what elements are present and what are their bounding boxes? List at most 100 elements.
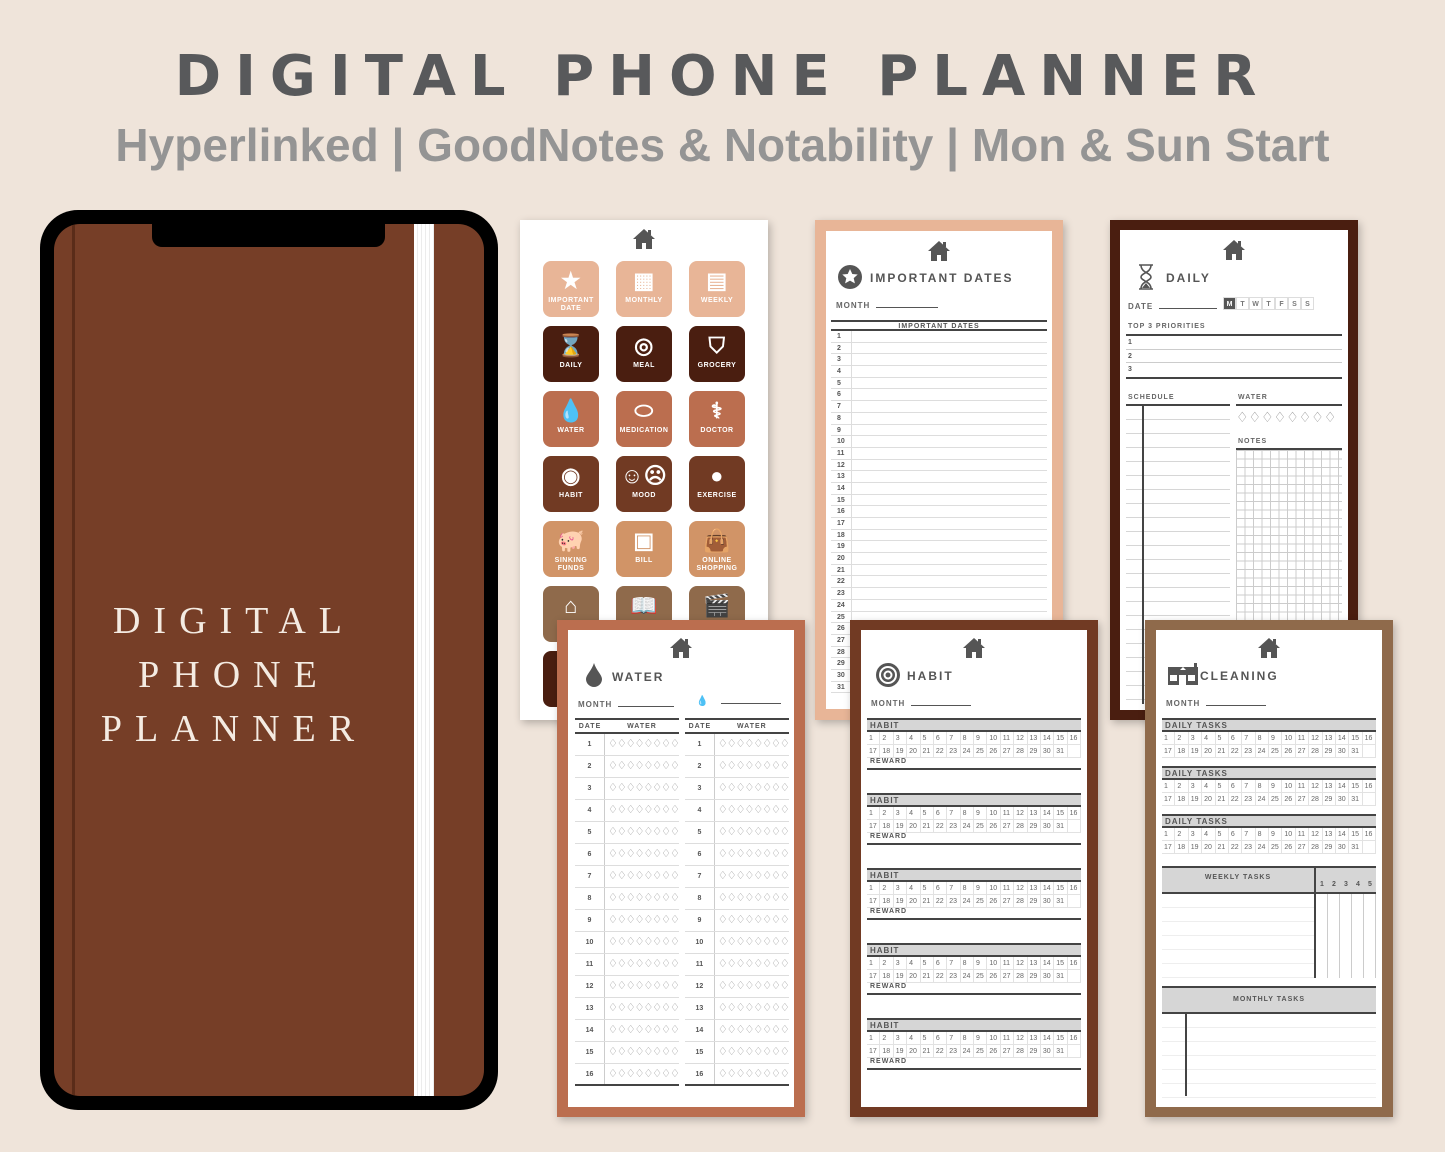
day-cell[interactable]: 12	[1014, 732, 1028, 745]
daily-tasks-label[interactable]: DAILY TASKS	[1162, 814, 1376, 828]
menu-tile-habit[interactable]: ◉ HABIT	[543, 456, 599, 512]
day-cell[interactable]: 18	[1175, 841, 1189, 854]
day-cell[interactable]: 26	[987, 820, 1001, 833]
day-cell[interactable]: 14	[1335, 780, 1350, 793]
habit-label[interactable]: HABIT	[867, 868, 1081, 882]
day-cell[interactable]: 12	[1014, 807, 1028, 820]
day-cell[interactable]: 4	[1202, 780, 1216, 793]
day-cell[interactable]: 17	[1162, 793, 1176, 806]
day-cell[interactable]: 31	[1054, 895, 1068, 908]
day-cell[interactable]: 3	[1188, 828, 1203, 841]
water-drops[interactable]: ♢♢♢♢♢♢♢♢	[715, 932, 790, 953]
day-cell[interactable]: 6	[933, 882, 948, 895]
daily-tasks-label[interactable]: DAILY TASKS	[1162, 718, 1376, 732]
day-cell[interactable]: 14	[1335, 828, 1350, 841]
day-cell[interactable]: 23	[947, 745, 961, 758]
water-drops[interactable]: ♢♢♢♢♢♢♢♢	[715, 1064, 790, 1084]
day-cell[interactable]: 26	[1282, 745, 1296, 758]
day-cell[interactable]: 2	[880, 807, 894, 820]
day-cell[interactable]: 22	[1228, 745, 1243, 758]
water-drops[interactable]: ♢♢♢♢♢♢♢♢	[605, 976, 680, 997]
water-row[interactable]: 13 ♢♢♢♢♢♢♢♢	[684, 998, 790, 1020]
water-row[interactable]: 4 ♢♢♢♢♢♢♢♢	[575, 800, 680, 822]
month-field[interactable]	[618, 699, 675, 707]
priority-row[interactable]: 3	[1126, 363, 1342, 377]
day-cell[interactable]: 28	[1014, 895, 1028, 908]
day-cell[interactable]: 9	[974, 882, 988, 895]
day-cell[interactable]: 31	[1054, 1045, 1068, 1058]
date-row[interactable]: 24	[831, 599, 1047, 612]
day-cell[interactable]: 30	[1040, 820, 1055, 833]
day-cell[interactable]: 5	[1215, 780, 1229, 793]
day-cell[interactable]: 21	[1215, 745, 1229, 758]
day-cell[interactable]: 1	[1162, 780, 1176, 793]
day-cell[interactable]: 29	[1027, 1045, 1041, 1058]
day-cell[interactable]: 18	[880, 820, 894, 833]
day-cell[interactable]: 2	[880, 882, 894, 895]
day-cell[interactable]: 20	[1202, 793, 1216, 806]
water-drops[interactable]: ♢♢♢♢♢♢♢♢	[605, 910, 680, 931]
reward-label[interactable]: REWARD	[867, 833, 1081, 845]
day-cell[interactable]: 13	[1027, 1032, 1041, 1045]
day-cell[interactable]: 8	[960, 957, 974, 970]
day-cell[interactable]: 6	[933, 1032, 948, 1045]
day-cell[interactable]: 11	[1000, 882, 1015, 895]
water-drops[interactable]: ♢♢♢♢♢♢♢♢	[605, 1020, 680, 1041]
day-cell[interactable]: 6	[933, 957, 948, 970]
day-cell[interactable]: 18	[880, 1045, 894, 1058]
home-icon[interactable]	[927, 240, 951, 262]
water-drops[interactable]: ♢♢♢♢♢♢♢♢	[605, 756, 680, 777]
water-drops[interactable]: ♢♢♢♢♢♢♢♢	[715, 910, 790, 931]
day-cell[interactable]: 2	[880, 957, 894, 970]
day-cell[interactable]: 19	[893, 895, 908, 908]
day-cell[interactable]: 19	[893, 820, 908, 833]
day-cell[interactable]: 3	[893, 732, 908, 745]
day-cell[interactable]: 11	[1295, 732, 1310, 745]
day-cell[interactable]: 24	[960, 895, 974, 908]
day-cell[interactable]: 25	[1269, 745, 1283, 758]
date-row[interactable]: 5	[831, 377, 1047, 390]
day-cell[interactable]: 16	[1067, 957, 1081, 970]
day-cell[interactable]: 11	[1295, 828, 1310, 841]
day-cell[interactable]: 9	[974, 1032, 988, 1045]
day-cell[interactable]: 5	[1215, 828, 1229, 841]
day-cell[interactable]: 29	[1027, 895, 1041, 908]
day-cell[interactable]: 7	[1242, 732, 1256, 745]
date-row[interactable]: 8	[831, 412, 1047, 425]
day-cell[interactable]: 3	[893, 957, 908, 970]
day-cell[interactable]: 22	[933, 745, 948, 758]
water-row[interactable]: 3 ♢♢♢♢♢♢♢♢	[575, 778, 680, 800]
day-cell[interactable]: 21	[920, 820, 934, 833]
water-drops[interactable]: ♢♢♢♢♢♢♢♢	[715, 998, 790, 1019]
home-icon[interactable]	[669, 637, 693, 659]
day-cell[interactable]: 16	[1362, 828, 1376, 841]
day-cell[interactable]: 1	[867, 732, 881, 745]
day-cell[interactable]: 10	[987, 732, 1001, 745]
habit-label[interactable]: HABIT	[867, 1018, 1081, 1032]
weekday-m[interactable]: M	[1223, 297, 1236, 310]
day-cell[interactable]: 27	[1000, 970, 1015, 983]
day-cell[interactable]: 25	[974, 1045, 988, 1058]
day-cell[interactable]: 7	[947, 882, 961, 895]
date-row[interactable]: 7	[831, 401, 1047, 413]
day-cell[interactable]: 12	[1309, 732, 1323, 745]
day-cell[interactable]: 27	[1000, 820, 1015, 833]
water-row[interactable]: 3 ♢♢♢♢♢♢♢♢	[684, 778, 790, 800]
day-cell[interactable]: 5	[920, 882, 934, 895]
month-field[interactable]	[911, 698, 972, 706]
day-cell[interactable]: 20	[907, 1045, 921, 1058]
date-row[interactable]: 20	[831, 553, 1047, 565]
water-row[interactable]: 10 ♢♢♢♢♢♢♢♢	[575, 932, 680, 954]
reward-label[interactable]: REWARD	[867, 758, 1081, 770]
day-cell[interactable]: 6	[1228, 732, 1243, 745]
day-cell[interactable]: 25	[974, 895, 988, 908]
water-row[interactable]: 9 ♢♢♢♢♢♢♢♢	[684, 910, 790, 932]
day-cell[interactable]: 26	[987, 895, 1001, 908]
weekday-w[interactable]: W	[1249, 297, 1262, 310]
water-drops[interactable]: ♢♢♢♢♢♢♢♢	[605, 888, 680, 909]
water-drops[interactable]: ♢♢♢♢♢♢♢♢	[605, 822, 680, 843]
water-drops[interactable]: ♢♢♢♢♢♢♢♢	[715, 756, 790, 777]
day-cell[interactable]: 27	[1295, 793, 1310, 806]
menu-tile-mood[interactable]: ☺☹ MOOD	[616, 456, 672, 512]
day-cell[interactable]: 4	[1202, 828, 1216, 841]
